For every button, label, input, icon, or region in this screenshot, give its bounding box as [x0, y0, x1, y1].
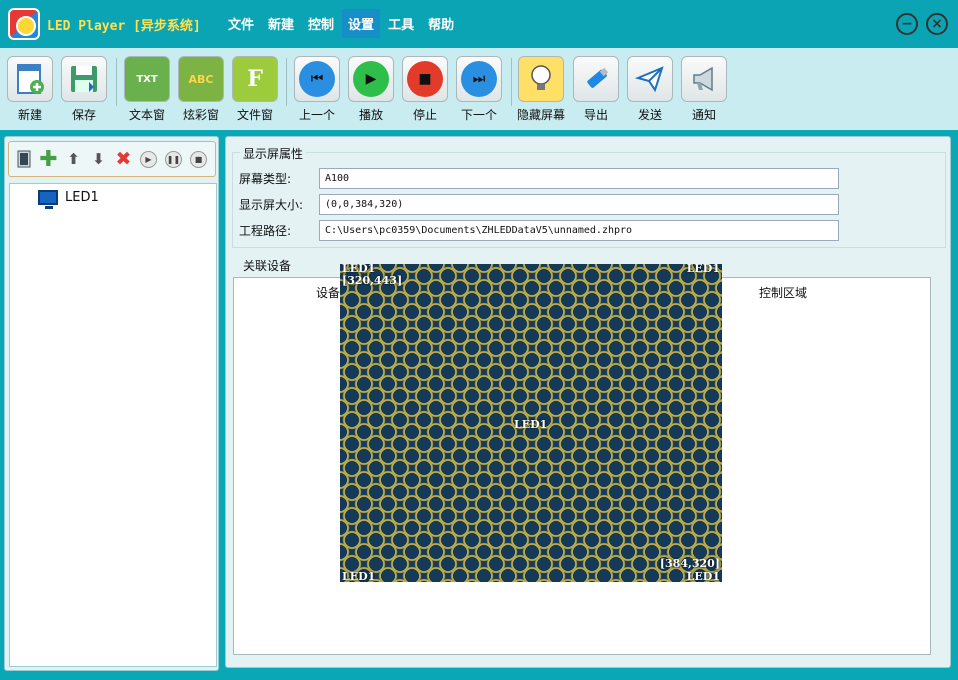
- project-path-field[interactable]: C:\Users\pc0359\Documents\ZHLEDDataV5\un…: [319, 220, 839, 241]
- move-down-icon[interactable]: ⬇: [88, 149, 109, 170]
- send-button[interactable]: 发送: [625, 56, 675, 123]
- led-bottom-right-label: LED1: [686, 570, 720, 582]
- file-window-icon: F: [232, 56, 278, 102]
- led-center-label: LED1: [514, 418, 548, 431]
- menu-settings[interactable]: 设置: [342, 9, 381, 38]
- monitor-icon: [38, 190, 58, 209]
- screen-type-row: 屏幕类型: A100: [239, 168, 839, 189]
- toolbar-separator: [286, 58, 287, 106]
- column-header-device[interactable]: 设备: [316, 284, 340, 301]
- screen-type-field[interactable]: A100: [319, 168, 839, 189]
- play-icon: ▶: [348, 56, 394, 102]
- led-screen-preview[interactable]: LED1 [320,443] LED1 LED1 [384,320] LED1 …: [340, 264, 722, 582]
- project-path-label: 工程路径:: [239, 224, 292, 238]
- move-up-icon[interactable]: ⬆: [63, 149, 84, 170]
- screen-type-label: 屏幕类型:: [239, 172, 292, 186]
- next-icon: ⏭: [456, 56, 502, 102]
- screen-size-row: 显示屏大小: (0,0,384,320): [239, 194, 839, 215]
- abc-icon-glyph: ABC: [188, 72, 214, 86]
- menu-tools[interactable]: 工具: [382, 9, 420, 38]
- toolbar-separator: [116, 58, 117, 106]
- led-top-right-label: LED1: [686, 264, 720, 275]
- screen-size-label: 显示屏大小:: [239, 198, 304, 212]
- tree-item-label: LED1: [65, 190, 99, 205]
- led-bottom-coord: [384,320]: [659, 557, 720, 570]
- screen-size-field[interactable]: (0,0,384,320): [319, 194, 839, 215]
- hide-screen-label: 隐藏屏幕: [516, 108, 565, 122]
- file-window-button[interactable]: F 文件窗: [230, 56, 280, 123]
- app-title: LED Player [异步系统]: [47, 19, 201, 34]
- previous-label: 上一个: [298, 108, 335, 122]
- title-bar: LED Player [异步系统] 文件 新建 控制 设置 工具 帮助 − ×: [0, 0, 958, 48]
- save-disk-icon: [61, 56, 107, 102]
- led-top-coord: [320,443]: [342, 274, 403, 287]
- text-icon-glyph: TXT: [136, 73, 158, 85]
- stop-icon: ■: [402, 56, 448, 102]
- linked-devices-title: 关联设备: [240, 257, 295, 274]
- display-properties-title: 显示屏属性: [240, 145, 307, 162]
- colorful-window-label: 炫彩窗: [182, 108, 219, 122]
- main-toolbar: 新建 保存 TXT 文本窗 ABC 炫彩窗 F 文件窗 ⏮ 上一个 ▶ 播放 ■…: [0, 48, 958, 130]
- send-label: 发送: [637, 108, 662, 122]
- previous-button[interactable]: ⏮ 上一个: [292, 56, 342, 123]
- lightbulb-icon: [518, 56, 564, 102]
- save-button[interactable]: 保存: [59, 56, 109, 123]
- toolbar-separator: [511, 58, 512, 106]
- colorful-window-button[interactable]: ABC 炫彩窗: [176, 56, 226, 123]
- close-button[interactable]: ×: [926, 13, 948, 35]
- save-button-label: 保存: [71, 108, 96, 122]
- play-label: 播放: [358, 108, 383, 122]
- delete-icon[interactable]: ✖: [113, 148, 134, 170]
- new-button[interactable]: 新建: [5, 56, 55, 123]
- text-window-button[interactable]: TXT 文本窗: [122, 56, 172, 123]
- stop-button[interactable]: ■ 停止: [400, 56, 450, 123]
- screen-settings-icon[interactable]: [13, 149, 34, 170]
- menu-help[interactable]: 帮助: [422, 9, 460, 38]
- hide-screen-button[interactable]: 隐藏屏幕: [516, 56, 566, 123]
- file-window-label: 文件窗: [236, 108, 273, 122]
- file-icon-glyph: F: [247, 66, 263, 92]
- project-path-row: 工程路径: C:\Users\pc0359\Documents\ZHLEDDat…: [239, 220, 839, 241]
- stop-label: 停止: [412, 108, 437, 122]
- screen-tree: LED1: [9, 183, 217, 667]
- add-icon[interactable]: ✚: [38, 147, 59, 172]
- notify-button[interactable]: 通知: [679, 56, 729, 123]
- menu-new[interactable]: 新建: [262, 9, 300, 38]
- megaphone-icon: [681, 56, 727, 102]
- text-window-icon: TXT: [124, 56, 170, 102]
- stop-small-icon[interactable]: ■: [188, 149, 209, 170]
- next-label: 下一个: [460, 108, 497, 122]
- led-bottom-left-label: LED1: [342, 570, 376, 582]
- colorful-window-icon: ABC: [178, 56, 224, 102]
- new-button-label: 新建: [17, 108, 42, 122]
- export-label: 导出: [583, 108, 608, 122]
- text-window-label: 文本窗: [128, 108, 165, 122]
- menu-control[interactable]: 控制: [302, 9, 340, 38]
- display-properties-group: 显示屏属性 屏幕类型: A100 显示屏大小: (0,0,384,320) 工程…: [232, 145, 946, 248]
- play-button[interactable]: ▶ 播放: [346, 56, 396, 123]
- play-small-icon[interactable]: ▶: [138, 149, 159, 170]
- usb-drive-icon: [573, 56, 619, 102]
- notify-label: 通知: [691, 108, 716, 122]
- paper-plane-icon: [627, 56, 673, 102]
- tree-item-led1[interactable]: LED1: [38, 190, 99, 209]
- new-document-icon: [7, 56, 53, 102]
- pause-small-icon[interactable]: ❚❚: [163, 149, 184, 170]
- previous-icon: ⏮: [294, 56, 340, 102]
- column-header-control-area[interactable]: 控制区域: [759, 284, 807, 301]
- next-button[interactable]: ⏭ 下一个: [454, 56, 504, 123]
- minimize-button[interactable]: −: [896, 13, 918, 35]
- export-button[interactable]: 导出: [571, 56, 621, 123]
- menu-bar: 文件 新建 控制 设置 工具 帮助: [222, 9, 462, 38]
- menu-file[interactable]: 文件: [222, 9, 260, 38]
- app-logo-icon: [8, 8, 40, 40]
- screen-list-toolbar: ✚ ⬆ ⬇ ✖ ▶ ❚❚ ■: [8, 141, 216, 177]
- screen-list-panel: ✚ ⬆ ⬇ ✖ ▶ ❚❚ ■ LED1: [4, 136, 219, 671]
